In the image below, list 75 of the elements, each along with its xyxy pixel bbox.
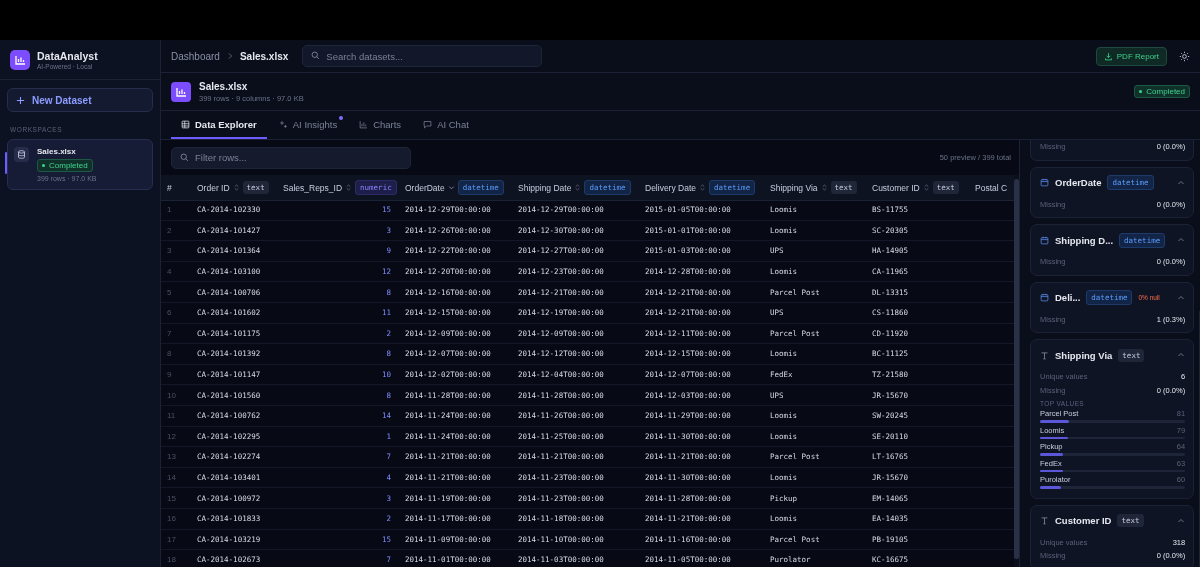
column-header[interactable]: Delivery Date xyxy=(645,182,697,193)
chevron-up-icon[interactable] xyxy=(1177,236,1186,244)
chevron-up-icon[interactable] xyxy=(1177,516,1186,525)
column-name: OrderDate xyxy=(1055,177,1102,188)
column-header[interactable]: # xyxy=(167,182,172,193)
table-icon xyxy=(181,119,190,129)
column-header[interactable]: Customer ID xyxy=(872,182,920,193)
search-icon xyxy=(180,152,189,162)
column-header[interactable]: OrderDate xyxy=(405,182,445,193)
sort-down-icon[interactable] xyxy=(447,184,455,191)
column-header[interactable]: Shipping Via xyxy=(770,182,818,193)
breadcrumb-item: Sales.xlsx xyxy=(239,50,289,62)
table-cell: 4 xyxy=(161,261,191,283)
table-cell: 6 xyxy=(161,302,191,324)
chart-file-icon xyxy=(171,81,191,102)
column-name: Deli... xyxy=(1055,292,1081,303)
chart-logo-icon xyxy=(10,49,30,70)
chevron-up-icon[interactable] xyxy=(1177,178,1186,187)
table-cell: 5 xyxy=(161,282,191,303)
workspace-name: Sales.xlsx xyxy=(37,147,76,156)
table-cell: 14 xyxy=(161,467,191,489)
table-cell: 17 xyxy=(161,529,191,551)
tab[interactable]: Charts xyxy=(349,111,412,139)
text-type-icon xyxy=(1040,516,1049,525)
breadcrumb-item[interactable]: Dashboard xyxy=(171,50,220,62)
filter-field[interactable]: Filter rows... xyxy=(171,146,411,169)
bar-chart-icon xyxy=(359,119,369,129)
search-icon xyxy=(311,51,321,60)
table-cell: 3 xyxy=(161,241,191,262)
pdf-report-button[interactable]: PDF Report xyxy=(1095,46,1167,66)
database-icon xyxy=(14,147,29,162)
table-cell: 7 xyxy=(161,323,191,345)
column-name: Shipping D... xyxy=(1055,234,1114,246)
sort-icon[interactable] xyxy=(699,184,707,191)
sort-icon[interactable] xyxy=(345,184,353,191)
app-name: DataAnalyst xyxy=(37,49,98,62)
column-header[interactable]: Sales_Reps_ID xyxy=(283,182,343,193)
column-header[interactable]: Shipping Date xyxy=(518,182,572,193)
calendar-icon xyxy=(1040,293,1049,302)
table-cell: 12 xyxy=(161,426,191,448)
plus-icon xyxy=(16,95,25,105)
status-badge: Completed xyxy=(1134,85,1190,98)
sparkle-icon xyxy=(278,119,288,129)
tab[interactable]: AI Chat xyxy=(413,111,479,139)
table-cell: 8 xyxy=(161,344,191,365)
sort-icon[interactable] xyxy=(922,184,930,191)
scrollbar-thumb[interactable] xyxy=(1014,179,1019,559)
table-cell: 13 xyxy=(161,447,191,468)
table-cell: 1 xyxy=(161,200,191,221)
chevron-up-icon[interactable] xyxy=(1177,293,1186,302)
table-cell: 18 xyxy=(161,550,191,567)
table-cell: 16 xyxy=(161,508,191,530)
table-cell: 10 xyxy=(161,385,191,406)
table-cell: 2 xyxy=(161,220,191,242)
column-name: Customer ID xyxy=(1055,515,1112,526)
download-icon xyxy=(1103,51,1113,61)
calendar-icon xyxy=(1040,235,1049,245)
sun-icon[interactable] xyxy=(1179,50,1190,62)
calendar-icon xyxy=(1040,178,1049,187)
status-badge: Completed xyxy=(37,159,93,172)
sort-icon[interactable] xyxy=(232,184,240,191)
table-cell: 9 xyxy=(161,364,191,386)
text-type-icon xyxy=(1040,350,1049,360)
dataset-name: Sales.xlsx xyxy=(199,80,249,92)
tab[interactable]: AI Insights xyxy=(268,111,348,139)
chevron-up-icon[interactable] xyxy=(1177,351,1186,359)
column-header[interactable]: Order ID xyxy=(197,182,230,193)
chat-icon xyxy=(423,119,433,129)
table-cell: 11 xyxy=(161,405,191,427)
sort-icon[interactable] xyxy=(820,184,828,191)
sort-icon[interactable] xyxy=(574,184,582,191)
column-name: Shipping Via xyxy=(1055,349,1113,361)
search-field[interactable]: Search datasets... xyxy=(302,45,543,67)
new-dataset-button[interactable]: New Dataset xyxy=(7,88,153,112)
table-cell: 15 xyxy=(161,488,191,509)
